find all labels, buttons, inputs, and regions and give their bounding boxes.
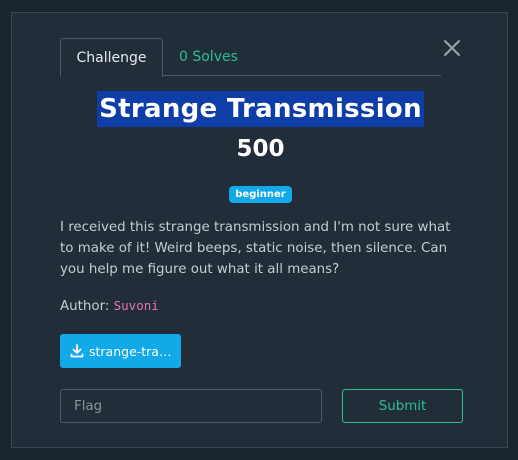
challenge-description: I received this strange transmission and… (60, 220, 451, 277)
challenge-points: 500 (236, 136, 285, 162)
modal-tabs: Challenge 0 Solves (60, 38, 441, 77)
category-badge: beginner (229, 186, 292, 203)
submit-button[interactable]: Submit (342, 389, 463, 423)
tag-wrapper: beginner (12, 182, 509, 203)
close-icon[interactable] (443, 39, 461, 57)
challenge-modal: Challenge 0 Solves Strange Transmission … (11, 12, 508, 448)
flag-input[interactable] (60, 389, 322, 423)
file-name: strange-tra… (89, 343, 172, 359)
author-line: Author: Suvoni (60, 297, 159, 316)
title-wrapper: Strange Transmission (12, 91, 509, 127)
author-label: Author: (60, 299, 110, 314)
challenge-title: Strange Transmission (97, 91, 424, 127)
download-icon (70, 344, 84, 358)
author-name: Suvoni (113, 298, 159, 313)
tab-solves[interactable]: 0 Solves (163, 38, 238, 76)
tab-challenge[interactable]: Challenge (60, 38, 163, 77)
download-file-button[interactable]: strange-tra… (60, 334, 181, 368)
